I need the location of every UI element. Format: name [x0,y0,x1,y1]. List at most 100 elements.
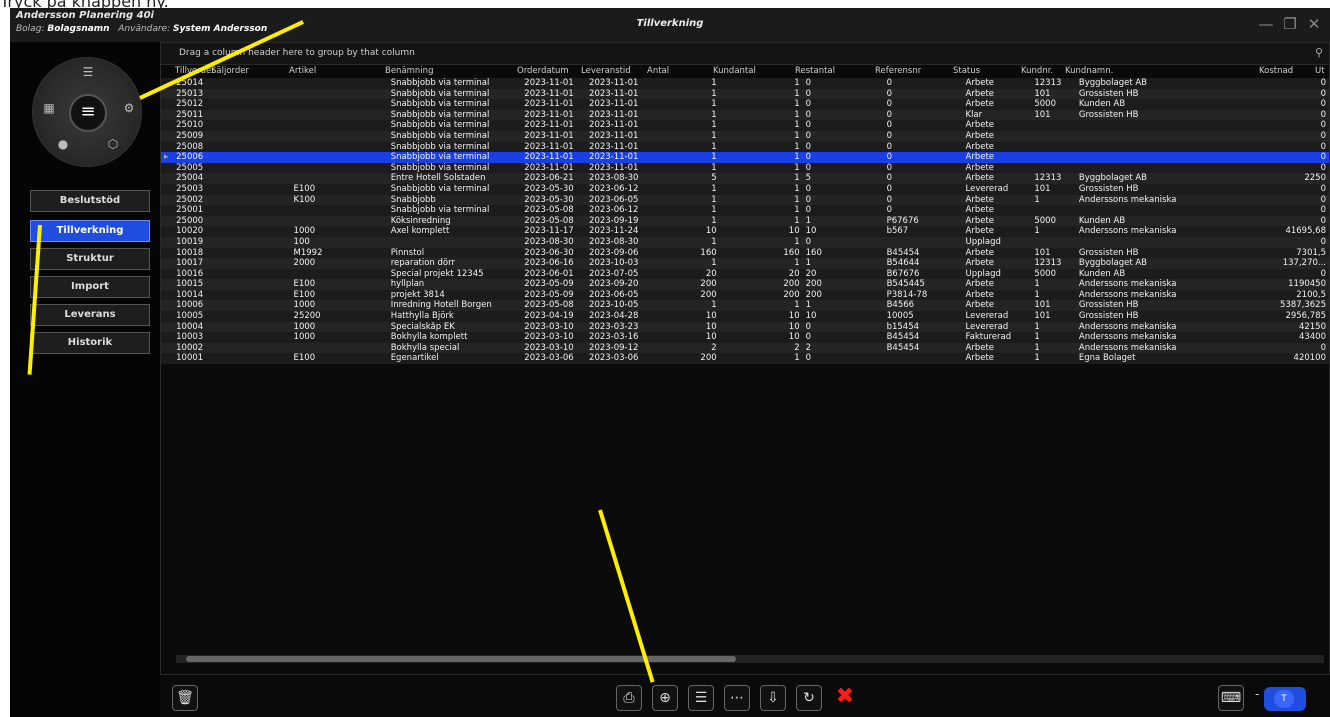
row-indicator [161,99,173,110]
table-row[interactable]: 10019 100 2023-08-30 2023-08-30 1 1 0 Upplagd 0 [161,236,1329,248]
cell [1031,163,1076,174]
cell: 10017 [176,258,204,269]
cell: 12313 [1034,258,1062,269]
cell: 5000 [1034,99,1056,110]
table-row[interactable]: 25010 Snabbjobb via terminal 2023-11-01 202… [161,120,1329,131]
minimize-button[interactable]: — [1256,14,1276,34]
cell: Bokhylla special [390,342,460,353]
keyboard-icon[interactable]: ⌨ [1218,685,1244,711]
scrollbar-thumb[interactable] [186,656,736,662]
cell [291,78,388,89]
list-icon[interactable]: ☰ [80,64,96,80]
cell: 1 [794,300,800,311]
cell: 0 [805,353,812,364]
nav-leverans[interactable]: Leverans [30,304,150,326]
cell: 200 [700,353,717,364]
search-icon[interactable]: ⚲ [1315,46,1323,59]
cell: 25004 [176,173,204,184]
menu-wheel[interactable]: ☰ ▦ ⚙ ● ⬡ ≡ [32,57,142,167]
column-header[interactable]: Referensnr [875,66,921,76]
cell: Egna Bolaget [1078,353,1136,364]
table-row[interactable]: ▸ 25006 Snabbjobb via terminal 2023-11-01 20… [161,152,1329,163]
table-row[interactable]: 25002 K100 Snabbjobb 2023-05-30 2023-06-05 1 1… [161,194,1329,206]
menu-center-icon[interactable]: ≡ [69,94,107,132]
column-header[interactable]: Antal [647,66,669,76]
group-panel[interactable]: Drag a column header here to group by th… [161,43,1329,65]
table-row[interactable]: 25001 Snabbjobb via terminal 2023-05-08 202… [161,205,1329,216]
table-row[interactable]: 10018 M1992 Pinnstol 2023-06-30 2023-09-06 16… [161,247,1329,259]
nav-struktur[interactable]: Struktur [30,248,150,270]
close-x-icon[interactable]: ✖ [832,685,858,711]
column-header[interactable]: Ut [1315,66,1325,76]
refresh-icon[interactable]: ↻ [796,685,822,711]
table-row[interactable]: 10015 E100 hyllplan 2023-05-09 2023-09-20 200… [161,279,1329,290]
table-row[interactable]: 10005 25200 Hatthylla Björk 2023-04-19 2023-… [161,311,1329,322]
table-row[interactable]: 10006 1000 Inredning Hotell Borgen 2023-05-… [161,300,1329,312]
column-header[interactable]: Kundnamn. [1065,66,1113,76]
column-header[interactable]: Kundnr. [1021,66,1053,76]
table-row[interactable]: 25005 Snabbjobb via terminal 2023-11-01 202… [161,162,1329,174]
import-icon[interactable]: ⇩ [760,685,786,711]
table-row[interactable]: 10002 Bokhylla special 2023-03-10 2023-09-1… [161,342,1329,354]
cell [212,343,291,354]
row-indicator [161,300,173,311]
cell [212,279,291,290]
cell: 0 [1320,162,1326,173]
size-slider[interactable]: T [1264,687,1306,711]
column-header[interactable]: Restantal [795,66,835,76]
column-header[interactable]: Kundantal [713,66,756,76]
column-header[interactable]: Status [953,66,980,76]
table-row[interactable]: 10016 Special projekt 12345 2023-06-01 2023… [161,268,1329,280]
nav-import[interactable]: Import [30,276,150,298]
table-row[interactable]: 10014 E100 projekt 3814 2023-05-09 2023-06-0… [161,289,1329,301]
cell: 20 [788,268,800,279]
horizontal-scrollbar[interactable] [176,655,1324,663]
cell: Arbete [965,247,995,258]
table-row[interactable]: 10004 1000 Specialskåp EK 2023-03-10 2023-03… [161,321,1329,333]
nav-tillverkning[interactable]: Tillverkning [30,220,150,242]
maximize-button[interactable]: ❐ [1280,14,1300,34]
nav-beslutstöd[interactable]: Beslutstöd [30,190,150,212]
table-row[interactable]: 25003 E100 Snabbjobb via terminal 2023-05-3… [161,183,1329,195]
cell: 2023-11-01 [524,162,574,173]
table-row[interactable]: 10003 1000 Bokhylla komplett 2023-03-10 2023… [161,332,1329,343]
cube-icon[interactable]: ⬡ [105,136,121,152]
table-row[interactable]: 25011 Snabbjobb via terminal 2023-11-01 202… [161,109,1329,121]
table-row[interactable]: 25013 Snabbjobb via terminal 2023-11-01 202… [161,88,1329,100]
column-header[interactable]: Säljorder [211,66,249,76]
cell: 10005 [886,311,914,322]
cell: Anderssons mekaniska [1078,226,1177,237]
column-header[interactable]: Kostnad [1259,66,1293,76]
trash-icon[interactable]: 🗑 [172,685,198,711]
close-button[interactable]: ✕ [1304,14,1324,34]
table-row[interactable]: 25008 Snabbjobb via terminal 2023-11-01 202… [161,141,1329,153]
grid-header: TillvorderSäljorderArtikelBenämningOrder… [161,65,1329,79]
column-header[interactable]: Leveranstid [581,66,631,76]
column-header[interactable]: Orderdatum [517,66,569,76]
new-document-icon[interactable]: ⊕ [652,685,678,711]
table-row[interactable]: 10017 2000 reparation dörr 2023-06-16 2023-1… [161,258,1329,269]
table-row[interactable]: 10020 1000 Axel komplett 2023-11-17 2023-11-… [161,226,1329,237]
cell: 10 [705,321,717,332]
cell [291,89,388,100]
table-row[interactable]: 10001 E100 Egenartikel 2023-03-06 2023-03-06… [161,353,1329,365]
table-row[interactable]: 25012 Snabbjobb via terminal 2023-11-01 202… [161,99,1329,110]
calculator-icon[interactable]: ▦ [41,100,57,116]
print-icon[interactable]: ⎙ [616,685,642,711]
more-icon[interactable]: ⋯ [724,685,750,711]
document-icon[interactable]: ☰ [688,685,714,711]
table-row[interactable]: 25004 Entre Hotell Solstaden 2023-06-21 202… [161,173,1329,184]
table-row[interactable]: 25014 Snabbjobb via terminal 2023-11-01 202… [161,78,1329,89]
table-row[interactable]: 25009 Snabbjobb via terminal 2023-11-01 202… [161,130,1329,142]
row-indicator [161,226,173,237]
settings-icon[interactable]: ⚙ [121,100,137,116]
cell: 0 [1320,99,1326,110]
table-row[interactable]: 25000 Köksinredning 2023-05-08 2023-09-19 1 1… [161,215,1329,227]
cell: 0 [805,194,812,205]
slider-thumb[interactable]: T [1274,690,1294,708]
column-header[interactable]: Benämning [385,66,433,76]
column-header[interactable]: Artikel [289,66,316,76]
nav-historik[interactable]: Historik [30,332,150,354]
cell: Arbete [965,99,995,110]
users-icon[interactable]: ● [55,136,71,152]
